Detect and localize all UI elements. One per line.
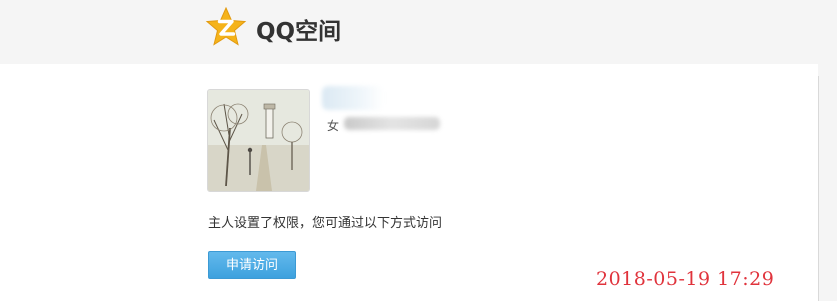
- qzone-star-logo-icon[interactable]: [205, 7, 247, 47]
- permission-notice: 主人设置了权限，您可通过以下方式访问: [208, 216, 443, 231]
- apply-access-button[interactable]: 申请访问: [208, 251, 296, 279]
- logo-text[interactable]: QQ空间: [256, 12, 341, 46]
- timestamp-overlay: 2018-05-19 17:29: [596, 268, 775, 290]
- avatar[interactable]: [207, 89, 310, 192]
- main-content: [0, 64, 818, 301]
- nickname-redacted: [322, 86, 384, 110]
- divider: [818, 76, 819, 301]
- profile-info-redacted: [344, 117, 440, 130]
- lighthouse-sketch-avatar: [208, 90, 309, 191]
- gender-label: 女: [327, 119, 340, 133]
- header: QQ空间: [0, 0, 837, 64]
